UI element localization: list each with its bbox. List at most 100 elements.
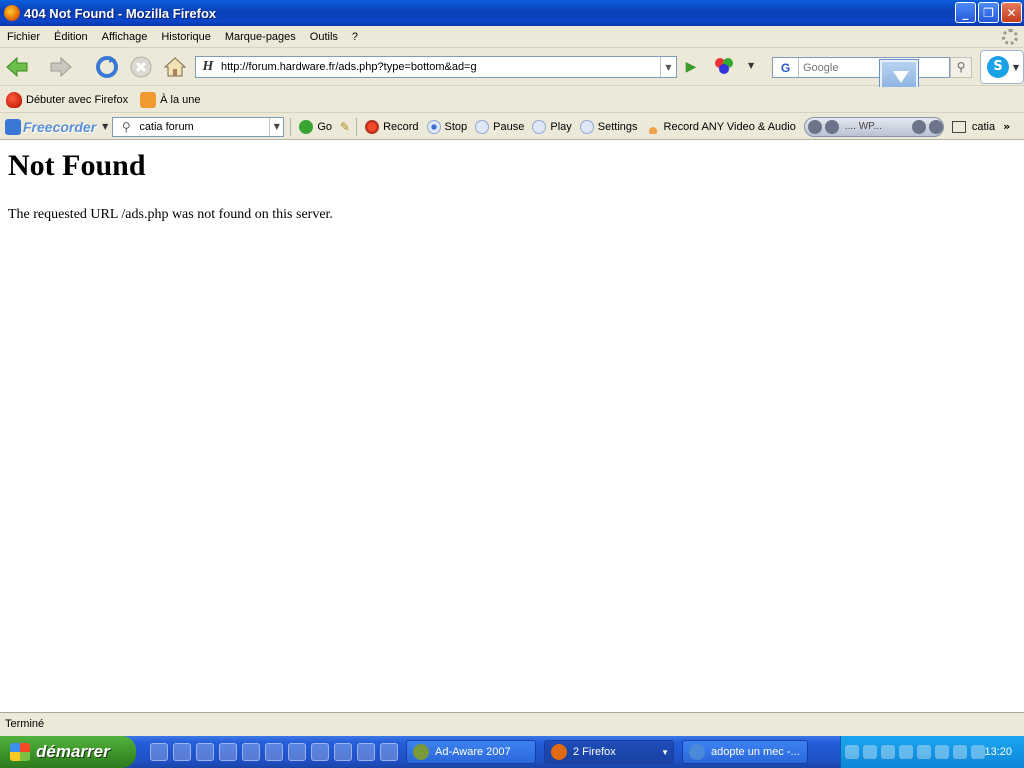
url-history-dropdown-icon[interactable]: ▼ <box>660 57 676 77</box>
search-box[interactable]: G <box>772 57 950 78</box>
catia-button[interactable]: catia <box>951 120 996 133</box>
freecorder-logo-text: Freecorder <box>23 118 97 135</box>
menu-historique[interactable]: Historique <box>154 31 218 43</box>
quick-launch-icon[interactable] <box>334 743 352 761</box>
reload-icon[interactable] <box>94 54 120 80</box>
ie-icon[interactable] <box>242 743 260 761</box>
freecorder-search-value[interactable]: catia forum <box>139 121 269 133</box>
url-text[interactable]: http://forum.hardware.fr/ads.php?type=bo… <box>221 61 660 73</box>
url-bar[interactable]: H http://forum.hardware.fr/ads.php?type=… <box>195 56 677 78</box>
menu-affichage[interactable]: Affichage <box>95 31 155 43</box>
broadcast-icon <box>645 119 660 134</box>
search-icon[interactable]: ⚲ <box>950 57 972 78</box>
extension-icon[interactable] <box>713 56 735 76</box>
bookmark-label: Débuter avec Firefox <box>26 93 129 106</box>
bookmark-debuter[interactable]: Débuter avec Firefox <box>6 91 129 108</box>
task-firefox[interactable]: 2 Firefox ▼ <box>544 740 674 764</box>
page-heading: Not Found <box>8 149 146 182</box>
tray-icon[interactable] <box>898 745 913 759</box>
home-icon[interactable] <box>162 54 188 80</box>
highlighter-icon: ✎ <box>340 119 351 134</box>
go-button[interactable]: ▶ <box>680 57 702 77</box>
minimize-button[interactable]: _ <box>955 2 976 23</box>
firefox-icon <box>551 744 567 760</box>
volume-icon[interactable] <box>911 119 926 134</box>
settings-label: Settings <box>597 120 638 133</box>
skype-button[interactable]: S ▼ <box>980 50 1024 84</box>
go-button[interactable]: Go <box>299 119 332 134</box>
tray-expand-icon[interactable] <box>845 745 859 759</box>
skype-icon: S <box>987 56 1009 78</box>
tray-icon[interactable] <box>916 745 931 759</box>
chevron-icon[interactable]: » <box>1003 120 1010 133</box>
tray-icon[interactable] <box>880 745 895 759</box>
maximize-button[interactable]: ❐ <box>978 2 999 23</box>
ie-icon <box>689 744 705 760</box>
record-any-button[interactable]: Record ANY Video & Audio <box>645 119 796 134</box>
forward-arrow-icon[interactable] <box>48 54 74 80</box>
record-button[interactable]: Record <box>365 119 419 134</box>
page-content: Not Found The requested URL /ads.php was… <box>0 140 1024 712</box>
menu-help[interactable]: ? <box>345 31 365 43</box>
task-ie[interactable]: adopte un mec -... <box>682 740 808 764</box>
freecorder-search[interactable]: ⚲ catia forum ▼ <box>112 116 285 137</box>
back-arrow-icon[interactable] <box>4 54 30 80</box>
media-player[interactable]: .... WP... <box>803 116 944 137</box>
firefox-bookmark-icon <box>6 91 22 108</box>
menu-edition[interactable]: Édition <box>47 31 95 43</box>
go-label: Go <box>317 120 332 133</box>
magnifier-icon[interactable]: ⚲ <box>113 120 139 134</box>
tray-icon[interactable] <box>934 745 949 759</box>
firefox-icon[interactable] <box>380 743 398 761</box>
status-text: Terminé <box>5 717 45 730</box>
freecorder-search-dropdown-icon[interactable]: ▼ <box>269 117 283 136</box>
system-tray: 13:20 <box>840 736 1024 768</box>
pause-button[interactable]: Pause <box>475 119 525 134</box>
quick-launch-icon[interactable] <box>219 743 237 761</box>
extension-dropdown-icon[interactable]: ▼ <box>748 61 754 70</box>
search-input[interactable] <box>799 61 939 74</box>
quick-launch-icon[interactable] <box>265 743 283 761</box>
player-stop-icon[interactable] <box>807 119 822 134</box>
settings-button[interactable]: Settings <box>579 119 638 134</box>
quick-launch-icon[interactable] <box>150 743 168 761</box>
quick-launch <box>150 743 398 761</box>
play-icon <box>532 119 547 134</box>
task-label: adopte un mec -... <box>711 746 800 758</box>
stop-icon[interactable] <box>128 54 154 80</box>
freecorder-logo[interactable]: Freecorder <box>5 118 97 135</box>
task-label: Ad-Aware 2007 <box>435 746 511 758</box>
task-dropdown-icon[interactable]: ▼ <box>661 748 669 757</box>
quick-launch-icon[interactable] <box>288 743 306 761</box>
separator <box>290 117 292 136</box>
search-engine-icon[interactable]: G <box>773 58 799 77</box>
tray-icon[interactable] <box>970 745 985 759</box>
start-button[interactable]: démarrer <box>0 736 136 768</box>
window-icon <box>951 120 966 133</box>
menu-marque-pages[interactable]: Marque-pages <box>218 31 303 43</box>
menu-outils[interactable]: Outils <box>303 31 345 43</box>
tray-icon[interactable] <box>862 745 877 759</box>
player-minus-icon[interactable] <box>928 119 943 134</box>
pause-label: Pause <box>493 120 525 133</box>
tray-icon[interactable] <box>952 745 967 759</box>
bookmark-a-la-une[interactable]: À la une <box>140 91 200 108</box>
stop-button[interactable]: Stop <box>426 119 468 134</box>
play-button[interactable]: Play <box>532 119 572 134</box>
task-ad-aware[interactable]: Ad-Aware 2007 <box>406 740 536 764</box>
freecorder-dropdown-icon[interactable]: ▼ <box>102 122 108 131</box>
quick-launch-icon[interactable] <box>311 743 329 761</box>
quick-launch-icon[interactable] <box>173 743 191 761</box>
catia-label: catia <box>971 120 996 133</box>
player-play-icon[interactable] <box>824 119 839 134</box>
quick-launch-icon[interactable] <box>196 743 214 761</box>
firefox-icon <box>4 5 20 21</box>
highlight-button[interactable]: ✎ <box>340 120 350 134</box>
skype-dropdown-icon[interactable]: ▼ <box>1013 63 1019 72</box>
stop-label: Stop <box>444 120 468 133</box>
menu-fichier[interactable]: Fichier <box>0 31 47 43</box>
media-icon[interactable] <box>357 743 375 761</box>
clock: 13:20 <box>984 746 1013 758</box>
close-button[interactable]: ✕ <box>1001 2 1022 23</box>
separator <box>356 117 358 136</box>
